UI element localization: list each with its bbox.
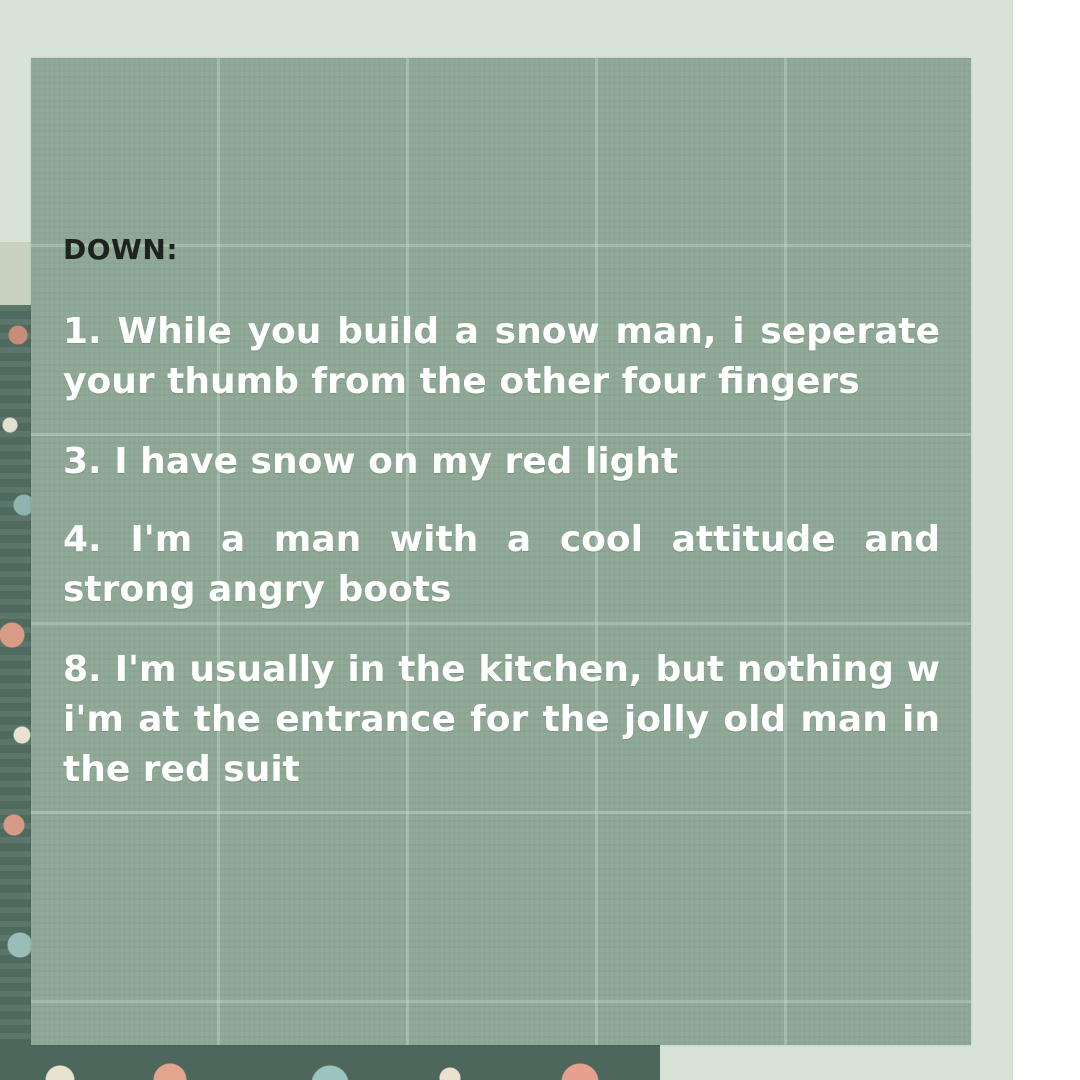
- clue-4: 4. I'm a man with a cool attitude and st…: [63, 519, 940, 610]
- festive-pattern-bottom: [0, 1040, 660, 1080]
- clue-8: 8. I'm usually in the kitchen, but nothi…: [63, 649, 940, 790]
- right-margin-strip: [1013, 0, 1080, 1080]
- clue-1: 1. While you build a snow man, i seperat…: [63, 311, 940, 402]
- clue-3: 3. I have snow on my red light: [63, 441, 679, 482]
- down-heading: DOWN:: [63, 233, 179, 266]
